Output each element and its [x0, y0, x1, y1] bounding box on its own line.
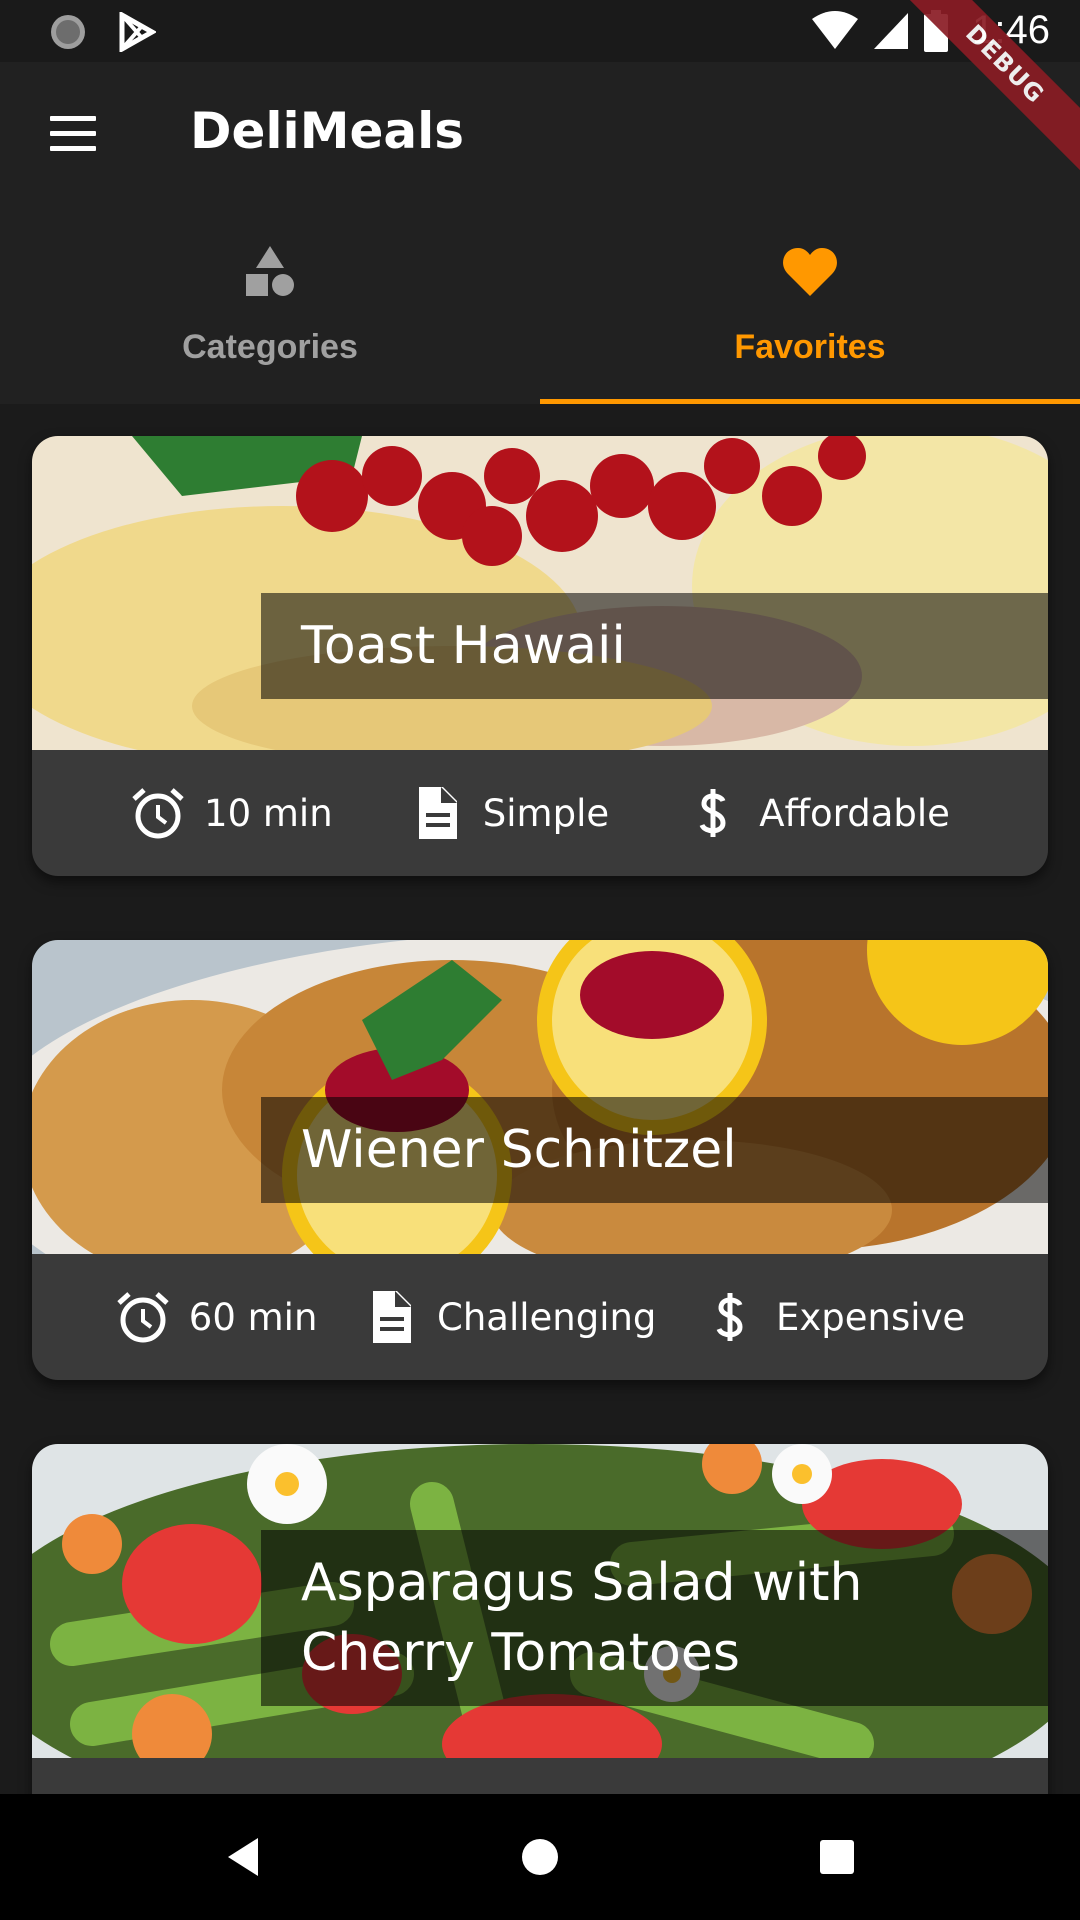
recents-icon[interactable] — [812, 1832, 862, 1882]
meal-info-row: 10 min Simple Affordable — [32, 750, 1048, 876]
tab-label: Favorites — [734, 328, 886, 366]
meal-complexity-text: Challenging — [436, 1295, 657, 1339]
meal-card-toast-hawaii[interactable]: Toast Hawaii 10 min Simple Affordable — [32, 436, 1048, 876]
menu-button[interactable] — [36, 104, 110, 164]
dollar-icon — [716, 1293, 743, 1341]
meal-duration: 60 min — [115, 1289, 318, 1345]
meal-title: Asparagus Salad with Cherry Tomatoes — [261, 1530, 1048, 1706]
dollar-icon — [699, 789, 726, 837]
meal-image: Toast Hawaii — [32, 436, 1048, 750]
meal-affordability-text: Expensive — [776, 1295, 966, 1339]
tab-bar: Categories Favorites — [0, 212, 1080, 404]
alarm-icon — [117, 1292, 169, 1343]
meal-list[interactable]: Toast Hawaii 10 min Simple Affordable Wi… — [0, 404, 1080, 1794]
meal-affordability: Affordable — [685, 785, 950, 841]
meal-title: Wiener Schnitzel — [261, 1097, 1048, 1203]
meal-info-row — [32, 1758, 1048, 1794]
meal-duration-text: 10 min — [204, 791, 333, 835]
meal-affordability-text: Affordable — [759, 791, 950, 835]
alarm-icon — [132, 788, 184, 839]
app-bar: DeliMeals — [0, 62, 1080, 212]
system-nav-bar — [0, 1794, 1080, 1920]
play-store-icon — [119, 12, 156, 52]
meal-card-asparagus-salad[interactable]: Asparagus Salad with Cherry Tomatoes — [32, 1444, 1048, 1794]
document-icon — [372, 1291, 411, 1343]
meal-info-row: 60 min Challenging Expensive — [32, 1254, 1048, 1380]
home-icon[interactable] — [515, 1832, 565, 1882]
document-icon — [418, 787, 457, 839]
status-bar: 1:46 — [0, 0, 1080, 62]
back-icon[interactable] — [220, 1832, 270, 1882]
meal-complexity-text: Simple — [482, 791, 610, 835]
tab-favorites[interactable]: Favorites — [540, 212, 1080, 404]
tab-label: Categories — [182, 328, 358, 366]
meal-image: Asparagus Salad with Cherry Tomatoes — [32, 1444, 1048, 1758]
meal-complexity: Simple — [409, 785, 609, 841]
meal-duration: 10 min — [130, 785, 333, 841]
meal-affordability: Expensive — [702, 1289, 965, 1345]
meal-complexity: Challenging — [363, 1289, 656, 1345]
cell-signal-icon — [874, 12, 909, 49]
loading-indicator-icon — [51, 15, 85, 49]
meal-image: Wiener Schnitzel — [32, 940, 1048, 1254]
wifi-icon — [812, 10, 859, 49]
app-title: DeliMeals — [190, 102, 464, 160]
meal-title: Toast Hawaii — [261, 593, 1048, 699]
category-icon — [246, 246, 294, 296]
heart-icon — [783, 248, 837, 296]
tab-categories[interactable]: Categories — [0, 212, 540, 404]
meal-card-wiener-schnitzel[interactable]: Wiener Schnitzel 60 min Challenging Expe… — [32, 940, 1048, 1380]
meal-duration-text: 60 min — [188, 1295, 318, 1339]
